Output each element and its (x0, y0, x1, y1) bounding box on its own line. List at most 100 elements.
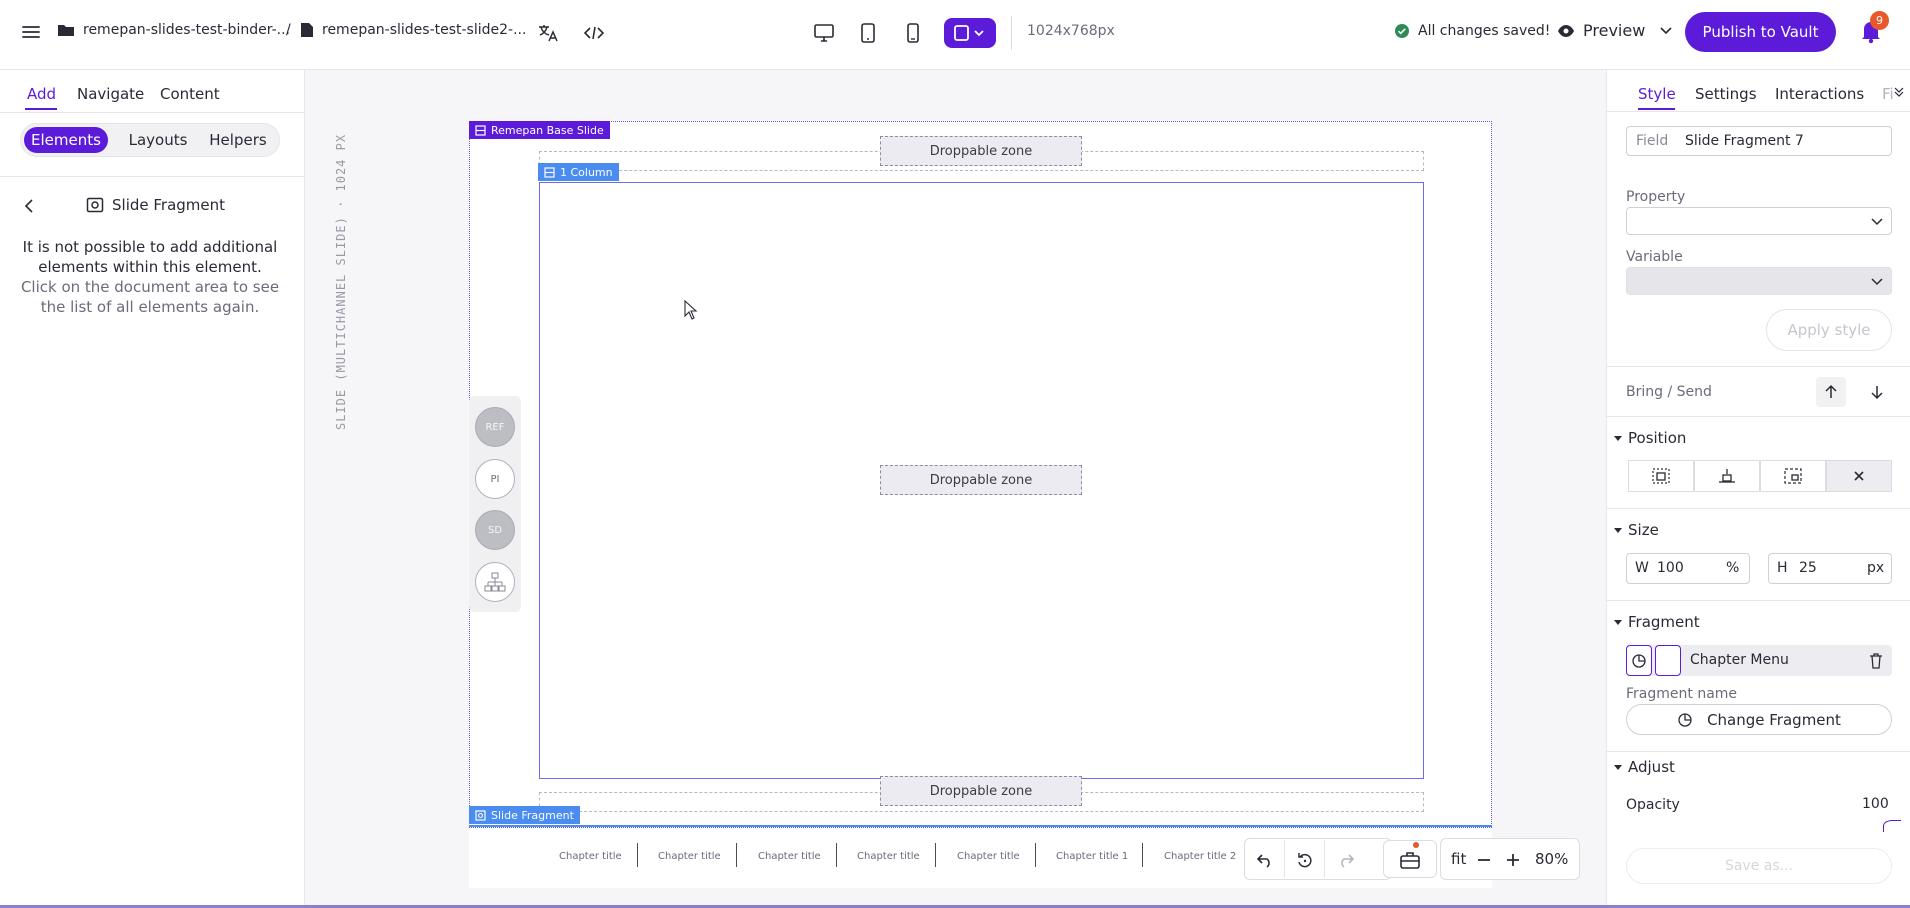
chapter-item[interactable]: Chapter title (758, 851, 821, 862)
width-prefix: W (1635, 560, 1649, 576)
variable-label: Variable (1626, 249, 1683, 265)
height-input[interactable]: H 25 px (1768, 553, 1892, 584)
square-format-icon (953, 24, 987, 42)
tab-content[interactable]: Content (160, 85, 220, 103)
fragment-section-header[interactable]: Fragment (1614, 613, 1700, 631)
custom-format-dropdown[interactable] (944, 18, 996, 48)
chapter-item[interactable]: Chapter title 2 (1164, 851, 1236, 862)
property-select[interactable] (1626, 207, 1892, 235)
info-message-primary: It is not possible to add additional ele… (22, 238, 278, 276)
zoom-in-icon[interactable] (1504, 851, 1522, 869)
undo-button[interactable] (1251, 846, 1279, 874)
slide-fragment-tag[interactable]: Slide Fragment (469, 806, 580, 824)
info-message: It is not possible to add additional ele… (10, 237, 290, 317)
tab-add[interactable]: Add (27, 85, 56, 103)
breadcrumb-document[interactable]: remepan-slides-test-slide2-... (300, 22, 526, 38)
fragment-item-row[interactable]: Chapter Menu (1626, 645, 1892, 676)
phone-icon (906, 23, 920, 43)
droppable-zone-middle[interactable]: Droppable zone (880, 465, 1082, 495)
chapter-item[interactable]: Chapter title (559, 851, 622, 862)
tab-navigate[interactable]: Navigate (77, 85, 144, 103)
publish-to-vault-button[interactable]: Publish to Vault (1685, 12, 1836, 52)
tab-style[interactable]: Style (1638, 85, 1676, 103)
tab-more[interactable]: Fi (1882, 85, 1894, 103)
redo-button[interactable] (1332, 846, 1360, 874)
code-view-button[interactable] (579, 18, 609, 48)
position-section-header[interactable]: Position (1614, 429, 1686, 447)
size-section-title: Size (1628, 521, 1659, 539)
position-none-button[interactable] (1826, 460, 1892, 492)
field-name-value: Slide Fragment 7 (1685, 133, 1804, 149)
rail-ref-button[interactable]: REF (475, 407, 515, 447)
rail-sitemap-button[interactable] (475, 562, 515, 602)
chapter-separator (1142, 843, 1143, 867)
apply-style-button[interactable]: Apply style (1766, 309, 1892, 351)
selected-element-header: Slide Fragment (86, 196, 225, 214)
chapter-item[interactable]: Chapter title (857, 851, 920, 862)
droppable-zone-bottom[interactable]: Droppable zone (880, 776, 1082, 806)
rotate-icon (1296, 851, 1314, 869)
position-bottom-button[interactable] (1694, 460, 1760, 492)
height-unit[interactable]: px (1867, 560, 1884, 576)
column-tag[interactable]: 1 Column (538, 163, 619, 181)
selected-element-title: Slide Fragment (112, 196, 226, 214)
variable-select[interactable] (1626, 267, 1892, 295)
base-slide-tag[interactable]: Remepan Base Slide (469, 121, 610, 139)
translate-button[interactable] (533, 18, 563, 48)
field-name-input[interactable]: Field Slide Fragment 7 (1626, 126, 1892, 156)
trash-icon[interactable] (1869, 653, 1883, 669)
divider (1606, 508, 1910, 509)
pie-icon (1677, 712, 1693, 728)
chapter-item[interactable]: Chapter title (658, 851, 721, 862)
opacity-slider-handle[interactable] (1883, 820, 1901, 832)
back-arrow-icon[interactable] (22, 198, 38, 214)
arrow-down-icon (1870, 384, 1884, 400)
tab-interactions[interactable]: Interactions (1775, 85, 1864, 103)
preview-dropdown[interactable]: Preview (1557, 21, 1673, 40)
opacity-value[interactable]: 100 (1862, 796, 1889, 812)
width-unit[interactable]: % (1726, 560, 1739, 576)
bring-send-label: Bring / Send (1626, 384, 1712, 400)
breadcrumb-folder[interactable]: remepan-slides-test-binder-... (57, 22, 290, 38)
desktop-view-button[interactable] (809, 18, 839, 48)
briefcase-button[interactable] (1396, 846, 1424, 874)
mouse-cursor-icon (684, 300, 698, 320)
send-backward-button[interactable] (1862, 377, 1892, 407)
chapter-item[interactable]: Chapter title (957, 851, 1020, 862)
toolbar-divider (1284, 840, 1285, 878)
adjust-section-header[interactable]: Adjust (1614, 758, 1675, 776)
tablet-view-button[interactable] (853, 18, 883, 48)
zoom-level: 80% (1535, 850, 1569, 868)
tabs-overflow-icon[interactable] (1893, 86, 1905, 98)
rail-sd-button[interactable]: SD (475, 510, 515, 550)
tab-settings[interactable]: Settings (1695, 85, 1757, 103)
zoom-fit-button[interactable]: fit (1451, 850, 1466, 868)
reset-button[interactable] (1291, 846, 1319, 874)
zoom-out-icon[interactable] (1475, 851, 1493, 869)
chevron-down-icon (1659, 26, 1673, 36)
resolution-label: 1024x768px (1027, 23, 1115, 39)
caret-down-icon (1614, 618, 1622, 626)
segment-layouts[interactable]: Layouts (121, 127, 195, 153)
segment-elements[interactable]: Elements (24, 127, 108, 153)
hamburger-menu-icon[interactable] (20, 22, 42, 42)
position-absolute-button[interactable] (1628, 460, 1694, 492)
slide-fragment-tag-label: Slide Fragment (491, 808, 574, 822)
position-fixed-button[interactable] (1760, 460, 1826, 492)
change-fragment-button[interactable]: Change Fragment (1626, 704, 1892, 735)
size-section-header[interactable]: Size (1614, 521, 1659, 539)
chapter-separator (1035, 843, 1036, 867)
mobile-view-button[interactable] (898, 18, 928, 48)
segment-helpers[interactable]: Helpers (201, 127, 275, 153)
bring-forward-button[interactable] (1816, 377, 1846, 407)
rail-pi-button[interactable]: PI (475, 459, 515, 499)
fragment-icon (475, 809, 486, 821)
notification-count-badge: 9 (1870, 11, 1889, 30)
droppable-zone-top[interactable]: Droppable zone (880, 136, 1082, 166)
adjust-section-title: Adjust (1628, 758, 1675, 776)
save-status-label: All changes saved! (1418, 23, 1551, 39)
save-as-button[interactable]: Save as... (1626, 848, 1892, 884)
width-input[interactable]: W 100 % (1626, 553, 1750, 584)
folder-icon (57, 22, 75, 38)
chapter-item[interactable]: Chapter title 1 (1056, 851, 1128, 862)
